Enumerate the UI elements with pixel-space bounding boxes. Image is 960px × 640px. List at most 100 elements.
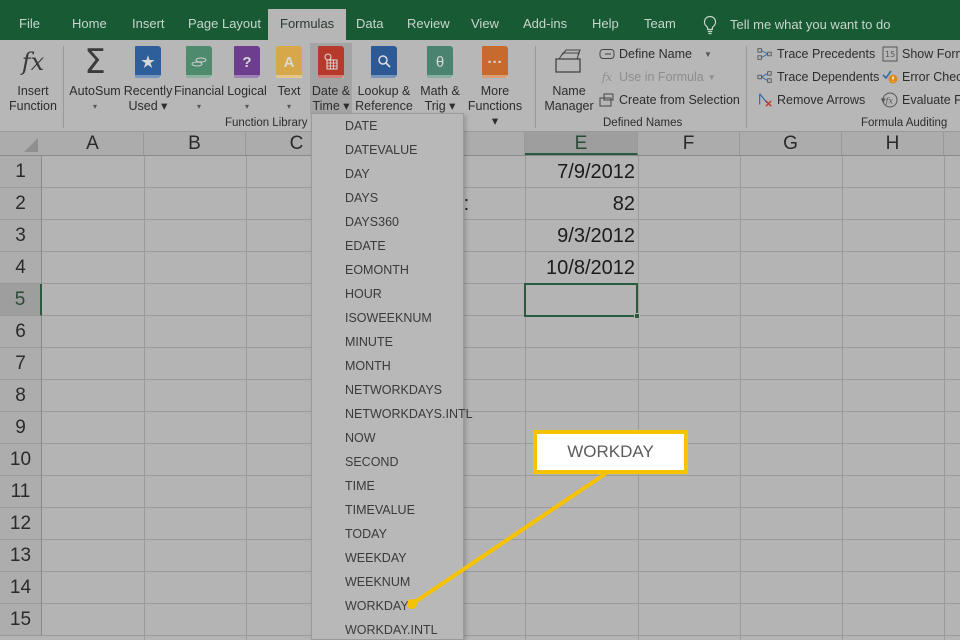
remove-arrows-icon: [757, 93, 773, 107]
menu-item-edate[interactable]: EDATE: [312, 234, 463, 258]
gridline-horizontal: [42, 507, 960, 508]
menu-item-day[interactable]: DAY: [312, 162, 463, 186]
tab-add-ins[interactable]: Add-ins: [519, 9, 571, 40]
evaluate-formula-button[interactable]: fx Evaluate Fo: [882, 90, 960, 110]
use-in-formula-label: Use in Formula: [619, 70, 704, 84]
row-header-13[interactable]: 13: [0, 540, 42, 572]
fx-icon: fx: [21, 47, 45, 76]
more-functions-button[interactable]: ··· More Functions ▾: [465, 44, 525, 129]
date-time-button[interactable]: Date & Time ▾: [310, 43, 352, 114]
recently-used-button[interactable]: ★ Recently Used ▾: [124, 44, 172, 114]
menu-item-networkdays[interactable]: NETWORKDAYS: [312, 378, 463, 402]
column-header-h[interactable]: H: [842, 132, 944, 155]
define-name-button[interactable]: Define Name ▼: [599, 44, 712, 64]
sigma-icon: Σ: [84, 42, 106, 82]
math-trig-button[interactable]: θ Math & Trig ▾: [417, 44, 463, 114]
menu-item-isoweeknum[interactable]: ISOWEEKNUM: [312, 306, 463, 330]
fill-handle[interactable]: [634, 313, 640, 319]
gridline-vertical: [842, 156, 843, 640]
trace-precedents-button[interactable]: Trace Precedents: [757, 44, 875, 64]
function-library-group-label: Function Library: [225, 117, 308, 129]
column-header-e[interactable]: E: [525, 132, 638, 155]
tab-team[interactable]: Team: [640, 9, 680, 40]
svg-text:fx: fx: [885, 97, 894, 106]
text-functions-button[interactable]: A Text ▾: [272, 44, 306, 114]
column-header-f[interactable]: F: [638, 132, 740, 155]
tab-review[interactable]: Review: [403, 9, 454, 40]
tab-data[interactable]: Data: [352, 9, 387, 40]
row-header-11[interactable]: 11: [0, 476, 42, 508]
fx-icon: fx: [601, 70, 613, 84]
row-header-9[interactable]: 9: [0, 412, 42, 444]
active-cell-e5[interactable]: [524, 283, 638, 317]
row-header-7[interactable]: 7: [0, 348, 42, 380]
column-header-b[interactable]: B: [144, 132, 246, 155]
worksheet-grid[interactable]: Days: 7/9/2012 82 9/3/2012 10/8/2012: [42, 156, 960, 640]
menu-item-time[interactable]: TIME: [312, 474, 463, 498]
row-header-8[interactable]: 8: [0, 380, 42, 412]
row-header-14[interactable]: 14: [0, 572, 42, 604]
menu-item-networkdays-intl[interactable]: NETWORKDAYS.INTL: [312, 402, 473, 426]
gridline-horizontal: [42, 251, 960, 252]
menu-item-today[interactable]: TODAY: [312, 522, 463, 546]
tab-view[interactable]: View: [467, 9, 503, 40]
row-header-3[interactable]: 3: [0, 220, 42, 252]
column-header-g[interactable]: G: [740, 132, 842, 155]
menu-item-second[interactable]: SECOND: [312, 450, 463, 474]
menu-item-timevalue[interactable]: TIMEVALUE: [312, 498, 463, 522]
menu-item-minute[interactable]: MINUTE: [312, 330, 463, 354]
tab-help[interactable]: Help: [588, 9, 623, 40]
remove-arrows-button[interactable]: Remove Arrows ▼: [757, 90, 887, 110]
autosum-button[interactable]: Σ AutoSum ▾: [68, 44, 122, 114]
menu-item-days360[interactable]: DAYS360: [312, 210, 463, 234]
name-manager-button[interactable]: Name Manager: [543, 44, 595, 114]
menu-item-workday[interactable]: WORKDAY: [312, 594, 463, 618]
gridline-vertical: [144, 156, 145, 640]
row-header-10[interactable]: 10: [0, 444, 42, 476]
question-book-icon: ?: [234, 46, 260, 78]
chevron-down-icon[interactable]: ▼: [704, 50, 712, 59]
tab-home[interactable]: Home: [68, 9, 111, 40]
row-header-1[interactable]: 1: [0, 156, 42, 188]
financial-button[interactable]: Financial ▾: [174, 44, 224, 114]
logical-button[interactable]: ? Logical ▾: [226, 44, 268, 114]
gridline-horizontal: [42, 475, 960, 476]
menu-item-now[interactable]: NOW: [312, 426, 463, 450]
cell-e1[interactable]: 7/9/2012: [525, 156, 635, 188]
row-header-4[interactable]: 4: [0, 252, 42, 284]
menu-item-hour[interactable]: HOUR: [312, 282, 463, 306]
tab-page-layout[interactable]: Page Layout: [184, 9, 265, 40]
use-in-formula-button[interactable]: fx Use in Formula ▼: [599, 67, 716, 87]
menu-item-days[interactable]: DAYS: [312, 186, 463, 210]
row-header-2[interactable]: 2: [0, 188, 42, 220]
menu-item-date[interactable]: DATE: [312, 114, 463, 138]
ribbon-separator: [535, 46, 536, 128]
create-from-selection-button[interactable]: Create from Selection: [599, 90, 740, 110]
column-header-a[interactable]: A: [42, 132, 144, 155]
menu-item-datevalue[interactable]: DATEVALUE: [312, 138, 463, 162]
gridline-horizontal: [42, 315, 960, 316]
cell-e2[interactable]: 82: [525, 188, 635, 220]
menu-item-eomonth[interactable]: EOMONTH: [312, 258, 463, 282]
tell-me-search[interactable]: Tell me what you want to do: [702, 9, 890, 40]
tab-insert[interactable]: Insert: [128, 9, 169, 40]
trace-dependents-button[interactable]: Trace Dependents: [757, 67, 879, 87]
show-formulas-button[interactable]: 15 Show Form: [882, 44, 960, 64]
menu-item-month[interactable]: MONTH: [312, 354, 463, 378]
logical-label: Logical: [227, 84, 267, 98]
tab-file[interactable]: File: [15, 9, 44, 40]
row-header-12[interactable]: 12: [0, 508, 42, 540]
row-header-15[interactable]: 15: [0, 604, 42, 636]
menu-item-workday-intl[interactable]: WORKDAY.INTL: [312, 618, 463, 640]
cell-e4[interactable]: 10/8/2012: [525, 252, 635, 284]
defined-names-group-label: Defined Names: [603, 117, 683, 129]
cell-e3[interactable]: 9/3/2012: [525, 220, 635, 252]
row-header-6[interactable]: 6: [0, 316, 42, 348]
menu-item-weeknum[interactable]: WEEKNUM: [312, 570, 463, 594]
tab-formulas[interactable]: Formulas: [268, 9, 347, 40]
row-header-5[interactable]: 5: [0, 284, 42, 316]
error-checking-button[interactable]: Error Check: [882, 67, 960, 87]
select-all-button[interactable]: [0, 132, 42, 155]
insert-function-button[interactable]: fx Insert Function: [8, 44, 58, 114]
menu-item-weekday[interactable]: WEEKDAY: [312, 546, 463, 570]
